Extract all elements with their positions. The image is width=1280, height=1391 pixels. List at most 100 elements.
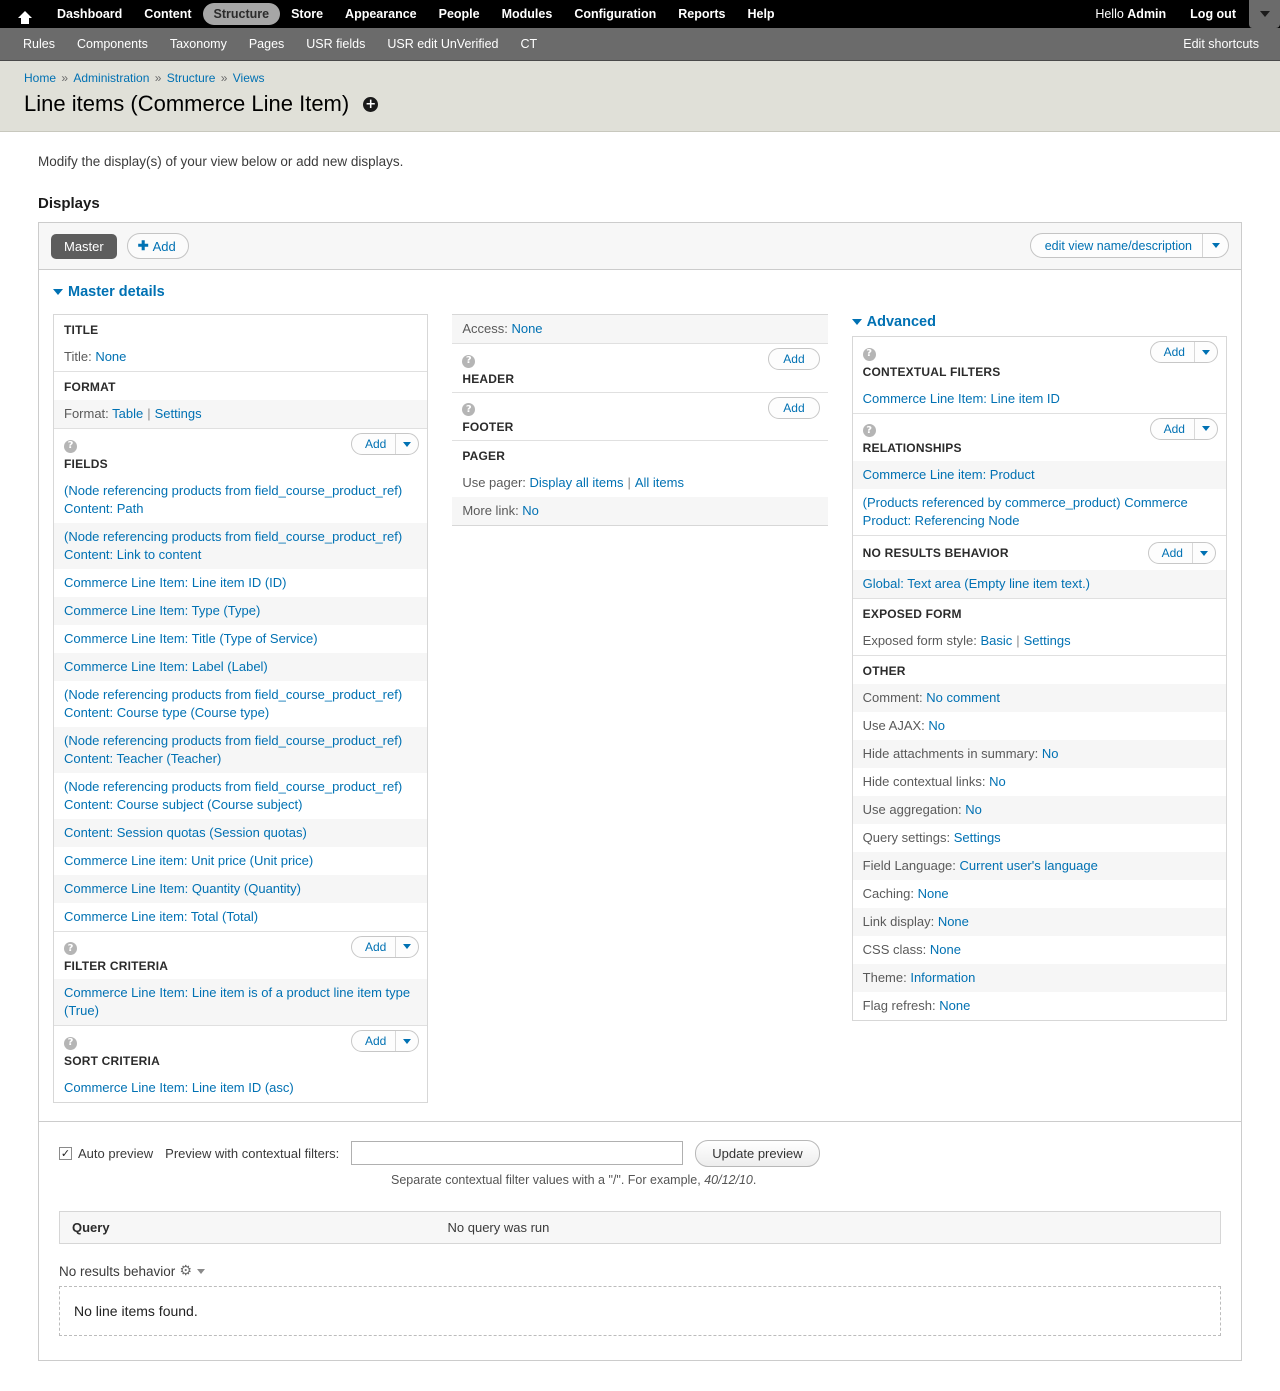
toolbar-item-people[interactable]: People: [428, 3, 491, 25]
add-button-sort-criteria[interactable]: Add: [350, 1030, 420, 1052]
help-icon[interactable]: ?: [64, 942, 77, 955]
toolbar-item-content[interactable]: Content: [133, 3, 202, 25]
shortcut-item-components[interactable]: Components: [66, 36, 159, 52]
help-icon[interactable]: ?: [64, 1036, 77, 1050]
update-preview-button[interactable]: Update preview: [695, 1139, 820, 1167]
help-icon[interactable]: ?: [64, 439, 77, 453]
gear-icon[interactable]: ⚙: [179, 1264, 192, 1278]
display-tab-master[interactable]: Master: [51, 233, 117, 259]
setting-value-link[interactable]: None: [918, 886, 949, 901]
item-link[interactable]: Commerce Line Item: Label (Label): [64, 659, 268, 674]
add-button-label[interactable]: Add: [352, 937, 395, 957]
shortcut-item-usr-edit-unverified[interactable]: USR edit UnVerified: [376, 36, 509, 52]
item-link[interactable]: Commerce Line Item: Line item is of a pr…: [64, 985, 410, 1018]
add-button-no-results-behavior[interactable]: Add: [1147, 542, 1216, 564]
setting-value-link[interactable]: Settings: [954, 830, 1001, 845]
item-link[interactable]: Commerce Line Item: Quantity (Quantity): [64, 881, 301, 896]
setting-value-link[interactable]: No: [522, 503, 539, 518]
toolbar-toggle-button[interactable]: [1248, 0, 1280, 28]
edit-view-name-label[interactable]: edit view name/description: [1031, 234, 1202, 257]
add-button-fields[interactable]: Add: [350, 433, 420, 455]
item-link[interactable]: Commerce Line Item: Line item ID (asc): [64, 1080, 294, 1095]
auto-preview-checkbox[interactable]: ✓: [59, 1146, 72, 1160]
add-button-label[interactable]: Add: [352, 1031, 395, 1051]
item-link[interactable]: Commerce Line item: Product: [863, 467, 1035, 482]
setting-value-link[interactable]: Information: [910, 970, 975, 985]
toolbar-item-appearance[interactable]: Appearance: [334, 3, 428, 25]
add-display-button[interactable]: ✚ Add: [126, 233, 189, 259]
setting-value-link[interactable]: No comment: [926, 690, 1000, 705]
item-link[interactable]: (Node referencing products from field_co…: [64, 687, 402, 720]
help-icon[interactable]: ?: [862, 347, 876, 361]
toolbar-item-configuration[interactable]: Configuration: [563, 3, 667, 25]
shortcut-item-taxonomy[interactable]: Taxonomy: [159, 36, 238, 52]
setting-value-link[interactable]: Table: [112, 406, 143, 421]
add-button-label[interactable]: Add: [769, 398, 818, 418]
toolbar-item-reports[interactable]: Reports: [667, 3, 736, 25]
breadcrumb-item-home[interactable]: Home: [24, 71, 56, 85]
add-button-arrow[interactable]: [395, 434, 418, 454]
setting-value-link[interactable]: Basic: [980, 633, 1012, 648]
auto-preview-checkbox-wrap[interactable]: ✓ Auto preview: [59, 1146, 153, 1161]
advanced-toggle[interactable]: Advanced: [851, 314, 1227, 330]
item-link[interactable]: Commerce Line item: Unit price (Unit pri…: [64, 853, 313, 868]
item-link[interactable]: (Node referencing products from field_co…: [64, 733, 402, 766]
add-button-arrow[interactable]: [1191, 543, 1215, 563]
add-button-contextual-filters[interactable]: Add: [1149, 341, 1218, 363]
item-link[interactable]: Commerce Line item: Total (Total): [64, 909, 258, 924]
setting-settings-link[interactable]: Settings: [1024, 633, 1071, 648]
help-icon[interactable]: ?: [462, 403, 476, 416]
master-details-toggle[interactable]: Master details: [53, 284, 1227, 300]
setting-value-link[interactable]: None: [95, 349, 126, 364]
add-button-arrow[interactable]: [1193, 342, 1217, 362]
setting-value-link[interactable]: None: [939, 998, 970, 1013]
setting-value-link[interactable]: None: [930, 942, 961, 957]
toolbar-item-modules[interactable]: Modules: [491, 3, 564, 25]
contextual-filters-input[interactable]: [351, 1141, 684, 1165]
item-link[interactable]: (Node referencing products from field_co…: [64, 529, 402, 562]
toolbar-item-structure[interactable]: Structure: [202, 3, 281, 25]
edit-view-name-dropbutton[interactable]: edit view name/description: [1029, 233, 1229, 258]
edit-view-name-arrow[interactable]: [1202, 234, 1228, 257]
breadcrumb-item-administration[interactable]: Administration: [73, 71, 149, 85]
item-link[interactable]: Global: Text area (Empty line item text.…: [863, 576, 1090, 591]
setting-settings-link[interactable]: All items: [635, 475, 684, 490]
help-icon[interactable]: ?: [862, 424, 876, 437]
breadcrumb-item-structure[interactable]: Structure: [167, 71, 216, 85]
add-button-relationships[interactable]: Add: [1149, 417, 1218, 440]
add-button-label[interactable]: Add: [1149, 543, 1192, 563]
add-button-label[interactable]: Add: [1151, 419, 1194, 439]
shortcut-item-rules[interactable]: Rules: [12, 36, 66, 52]
setting-value-link[interactable]: No: [928, 718, 945, 733]
add-button-footer[interactable]: Add: [768, 396, 820, 419]
setting-value-link[interactable]: None: [938, 914, 969, 929]
item-link[interactable]: Commerce Line Item: Line item ID: [863, 391, 1060, 406]
add-button-arrow[interactable]: [395, 936, 418, 957]
item-link[interactable]: Content: Session quotas (Session quotas): [64, 825, 307, 840]
home-link[interactable]: [12, 0, 38, 28]
contextual-links-icon[interactable]: +: [363, 96, 379, 112]
toolbar-item-dashboard[interactable]: Dashboard: [46, 3, 133, 25]
add-button-arrow[interactable]: [395, 1031, 418, 1051]
add-button-filter-criteria[interactable]: Add: [350, 935, 420, 958]
chevron-down-icon[interactable]: [196, 1268, 205, 1274]
add-button-label[interactable]: Add: [352, 434, 395, 454]
shortcut-item-pages[interactable]: Pages: [238, 36, 295, 52]
add-button-arrow[interactable]: [1193, 418, 1217, 439]
breadcrumb-item-views[interactable]: Views: [233, 71, 265, 85]
item-link[interactable]: (Node referencing products from field_co…: [64, 483, 402, 516]
item-link[interactable]: Commerce Line Item: Type (Type): [64, 603, 260, 618]
setting-value-link[interactable]: None: [511, 321, 542, 336]
edit-shortcuts-link[interactable]: Edit shortcuts: [1172, 36, 1270, 52]
item-link[interactable]: Commerce Line Item: Title (Type of Servi…: [64, 631, 318, 646]
setting-value-link[interactable]: No: [1042, 746, 1059, 761]
item-link[interactable]: (Products referenced by commerce_product…: [863, 495, 1188, 528]
add-button-label[interactable]: Add: [769, 349, 818, 369]
item-link[interactable]: Commerce Line Item: Line item ID (ID): [64, 575, 287, 590]
setting-value-link[interactable]: Current user's language: [960, 858, 1098, 873]
shortcut-item-ct[interactable]: CT: [510, 36, 549, 52]
toolbar-item-store[interactable]: Store: [280, 3, 334, 25]
setting-value-link[interactable]: No: [989, 774, 1006, 789]
setting-value-link[interactable]: No: [965, 802, 982, 817]
item-link[interactable]: (Node referencing products from field_co…: [64, 779, 402, 812]
